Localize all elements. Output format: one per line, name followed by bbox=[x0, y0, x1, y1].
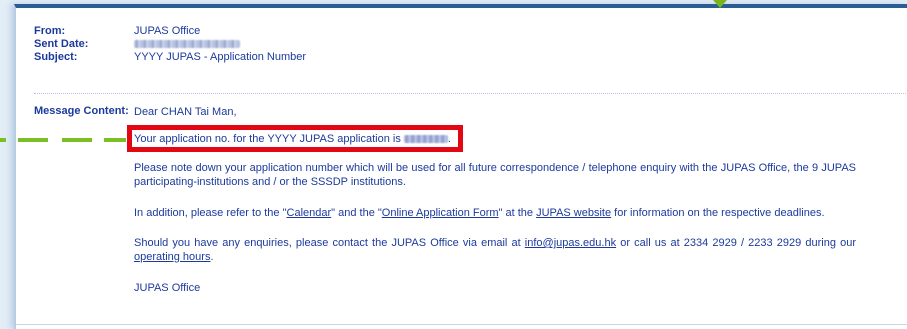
header-divider bbox=[34, 93, 906, 94]
paragraph-enquiries: Should you have any enquiries, please co… bbox=[134, 236, 856, 264]
highlight-box bbox=[127, 125, 463, 152]
subject-row: Subject: YYYY JUPAS - Application Number bbox=[34, 51, 894, 64]
paragraph-deadlines: In addition, please refer to the "Calend… bbox=[134, 206, 856, 220]
para2-text-2: " and the " bbox=[331, 207, 382, 219]
email-header: From: JUPAS Office Sent Date: Subject: Y… bbox=[34, 25, 894, 64]
dashed-arrow-segment bbox=[104, 138, 126, 142]
from-value: JUPAS Office bbox=[134, 25, 201, 37]
message-content-label: Message Content: bbox=[34, 105, 129, 117]
dashed-arrow-segment bbox=[0, 138, 6, 142]
from-row: From: JUPAS Office bbox=[34, 25, 894, 38]
online-application-form-link[interactable]: Online Application Form bbox=[382, 207, 499, 219]
email-link[interactable]: info@jupas.edu.hk bbox=[525, 237, 616, 249]
greeting: Dear CHAN Tai Man, bbox=[134, 106, 237, 118]
panel-bottom-border bbox=[16, 324, 907, 325]
dashed-arrow-segment bbox=[18, 138, 48, 142]
subject-label: Subject: bbox=[34, 51, 78, 63]
dashed-arrow-segment bbox=[62, 138, 92, 142]
para2-text-4: for information on the respective deadli… bbox=[611, 207, 825, 219]
from-label: From: bbox=[34, 25, 66, 37]
operating-hours-link[interactable]: operating hours bbox=[134, 251, 210, 263]
para3-text-2: or call us at 2334 2929 / 2233 2929 duri… bbox=[616, 237, 856, 249]
sent-date-label: Sent Date: bbox=[34, 38, 89, 50]
para3-text-1: Should you have any enquiries, please co… bbox=[134, 237, 525, 249]
pointer-arrow-icon bbox=[713, 0, 727, 8]
calendar-link[interactable]: Calendar bbox=[287, 207, 332, 219]
sent-date-row: Sent Date: bbox=[34, 38, 894, 51]
para3-text-3: . bbox=[210, 251, 214, 263]
para2-text-3: " at the bbox=[498, 207, 537, 219]
redacted-date bbox=[134, 40, 240, 49]
para2-text-1: In addition, please refer to the " bbox=[134, 207, 287, 219]
subject-value: YYYY JUPAS - Application Number bbox=[134, 51, 307, 63]
sent-date-value bbox=[134, 38, 240, 51]
jupas-website-link[interactable]: JUPAS website bbox=[536, 207, 611, 219]
paragraph-note: Please note down your application number… bbox=[134, 162, 856, 188]
signature: JUPAS Office bbox=[134, 282, 201, 294]
